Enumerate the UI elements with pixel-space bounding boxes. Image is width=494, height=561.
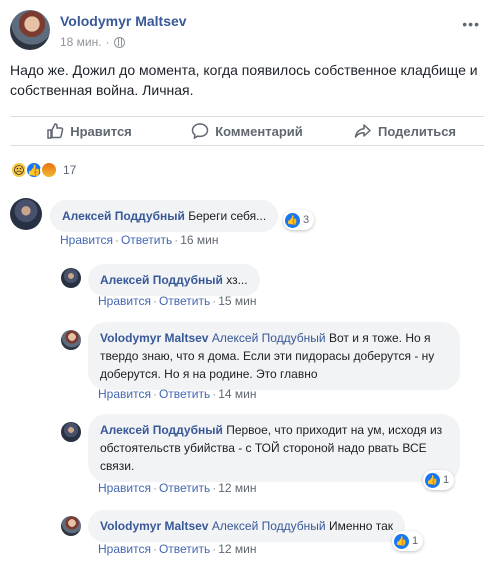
commenter-avatar[interactable] [61,330,81,350]
separator-dot: · [212,542,217,556]
commenter-avatar[interactable] [61,516,81,536]
separator-dot: · [152,542,157,556]
comment-actions: Нравится · Ответить · 16 мин [60,233,219,247]
comment-timestamp[interactable]: 16 мин [180,233,218,247]
globe-icon[interactable] [113,36,125,48]
post-text: Надо же. Дожил до момента, когда появило… [10,62,478,98]
thumbs-up-icon [47,123,64,139]
comment-bubble: Алексей Поддубный хз... [88,264,260,296]
comment-reply-link[interactable]: Ответить [159,542,210,556]
like-button[interactable]: Нравится [10,117,168,145]
comment-like-link[interactable]: Нравится [98,387,151,401]
separator-dot: · [105,35,110,49]
comment-text: Именно так [328,519,394,533]
reply: Volodymyr Maltsev Алексей Поддубный Вот … [61,320,484,404]
separator-dot: · [152,481,157,495]
separator-dot: · [152,294,157,308]
like-button-label: Нравится [70,123,132,139]
comment-icon [191,123,209,140]
comment-like-count[interactable]: 👍 3 [283,210,315,230]
reactions-summary[interactable]: ☹ 👍 17 [10,160,76,180]
commenter-name[interactable]: Алексей Поддубный [100,273,223,287]
comment-reply-link[interactable]: Ответить [159,294,210,308]
share-button[interactable]: Поделиться [326,117,484,145]
comment-like-link[interactable]: Нравится [98,481,151,495]
commenter-avatar[interactable] [61,422,81,442]
like-reaction-icon: 👍 [285,212,300,228]
comment-bubble: Volodymyr Maltsev Алексей Поддубный Вот … [88,322,460,390]
reply: Алексей Поддубный Первое, что приходит н… [61,412,484,496]
comment-reply-link[interactable]: Ответить [121,233,172,247]
comment-like-link[interactable]: Нравится [60,233,113,247]
comment-actions: Нравится · Ответить · 12 мин [98,481,257,495]
comment-button-label: Комментарий [215,123,303,139]
separator-dot: · [212,481,217,495]
share-icon [354,124,371,138]
separator-dot: · [152,387,157,401]
comment-like-link[interactable]: Нравится [98,542,151,556]
separator-dot: · [114,233,119,247]
like-count-value: 1 [412,535,419,547]
comment-like-count[interactable]: 👍 1 [392,531,424,551]
comment-timestamp[interactable]: 14 мин [218,387,256,401]
comment-timestamp[interactable]: 12 мин [218,481,256,495]
reply: Алексей Поддубный хз... Нравится · Ответит… [61,262,484,308]
author-avatar[interactable] [10,10,50,50]
post-meta: 18 мин. · [60,35,125,49]
comment-like-count[interactable]: 👍 1 [423,470,455,490]
comment-bubble: Алексей Поддубный Первое, что приходит н… [88,414,460,482]
comment-timestamp[interactable]: 12 мин [218,542,256,556]
commenter-name[interactable]: Volodymyr Maltsev [100,519,208,533]
comment-text: хз... [226,273,248,287]
more-options-button[interactable]: ••• [462,16,480,32]
like-count-value: 1 [443,474,450,486]
commenter-avatar[interactable] [61,268,81,288]
comment-reply-link[interactable]: Ответить [159,387,210,401]
comment-reply-link[interactable]: Ответить [159,481,210,495]
comment-actions: Нравится · Ответить · 12 мин [98,542,257,556]
post-author-name[interactable]: Volodymyr Maltsev [60,13,187,29]
comment-button[interactable]: Комментарий [168,117,326,145]
commenter-name[interactable]: Алексей Поддубный [62,209,185,223]
commenter-avatar[interactable] [10,198,42,230]
comment-like-link[interactable]: Нравится [98,294,151,308]
separator-dot: · [212,294,217,308]
post-timestamp[interactable]: 18 мин. [60,35,102,49]
comment-bubble: Алексей Поддубный Береги себя... [50,200,279,232]
commenter-name[interactable]: Алексей Поддубный [100,423,223,437]
commenter-name[interactable]: Volodymyr Maltsev [100,331,208,345]
separator-dot: · [212,387,217,401]
comment: Алексей Поддубный Береги себя... 👍 3 Нра… [10,198,484,248]
angry-reaction-icon [40,161,58,179]
share-button-label: Поделиться [377,123,457,139]
mentioned-user[interactable]: Алексей Поддубный [212,519,326,533]
post-action-bar: Нравится Комментарий Поделиться [10,116,484,146]
comment-bubble: Volodymyr Maltsev Алексей Поддубный Имен… [88,510,406,542]
like-count-value: 3 [303,214,310,226]
reaction-count: 17 [63,163,77,177]
comment-text: Береги себя... [188,209,267,223]
separator-dot: · [174,233,179,247]
comment-actions: Нравится · Ответить · 15 мин [98,294,257,308]
post-header: Volodymyr Maltsev 18 мин. · ••• [10,10,484,54]
comment-timestamp[interactable]: 15 мин [218,294,256,308]
mentioned-user[interactable]: Алексей Поддубный [212,331,326,345]
like-reaction-icon: 👍 [394,533,409,549]
comment-actions: Нравится · Ответить · 14 мин [98,387,257,401]
like-reaction-icon: 👍 [425,472,440,488]
reply: Volodymyr Maltsev Алексей Поддубный Имен… [61,508,484,558]
